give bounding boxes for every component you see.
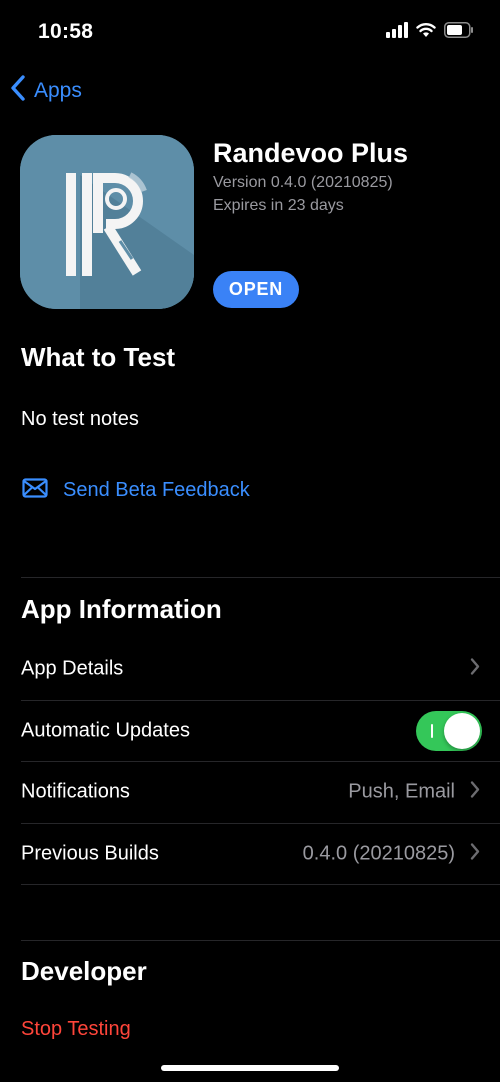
battery-icon <box>444 22 474 43</box>
app-name: Randevoo Plus <box>213 138 409 168</box>
send-beta-feedback-button[interactable]: Send Beta Feedback <box>22 478 250 503</box>
row-divider <box>21 884 500 885</box>
toggle-on-indicator <box>431 724 433 738</box>
notifications-row[interactable]: Notifications Push, Email <box>0 762 500 822</box>
back-button[interactable]: Apps <box>10 74 82 107</box>
automatic-updates-row: Automatic Updates <box>0 701 500 761</box>
status-icons <box>386 22 474 43</box>
stop-testing-button[interactable]: Stop Testing <box>21 1018 131 1041</box>
notifications-value: Push, Email <box>348 780 455 803</box>
app-icon <box>20 135 194 309</box>
automatic-updates-label: Automatic Updates <box>21 719 190 742</box>
previous-builds-label: Previous Builds <box>21 842 159 865</box>
toggle-knob <box>444 713 480 749</box>
chevron-left-icon <box>10 74 26 107</box>
status-time: 10:58 <box>38 20 94 43</box>
app-details-row[interactable]: App Details <box>0 639 500 699</box>
wifi-icon <box>416 22 436 43</box>
chevron-right-icon <box>470 781 480 804</box>
previous-builds-value: 0.4.0 (20210825) <box>302 842 455 865</box>
app-information-heading: App Information <box>21 594 222 624</box>
section-divider <box>21 577 500 578</box>
open-button[interactable]: OPEN <box>213 271 299 308</box>
chevron-right-icon <box>470 843 480 866</box>
cellular-signal-icon <box>386 22 408 43</box>
chevron-right-icon <box>470 658 480 681</box>
envelope-icon <box>22 478 48 503</box>
back-label: Apps <box>34 78 82 102</box>
app-details-label: App Details <box>21 657 124 680</box>
developer-heading: Developer <box>21 956 147 986</box>
app-version: Version 0.4.0 (20210825) <box>213 174 393 191</box>
previous-builds-row[interactable]: Previous Builds 0.4.0 (20210825) <box>0 824 500 884</box>
app-expiration: Expires in 23 days <box>213 197 344 214</box>
notifications-label: Notifications <box>21 780 130 803</box>
home-indicator <box>161 1065 339 1071</box>
status-bar: 10:58 <box>0 0 500 62</box>
test-notes: No test notes <box>21 408 139 430</box>
automatic-updates-toggle[interactable] <box>416 711 482 751</box>
section-divider <box>21 940 500 941</box>
send-beta-feedback-label: Send Beta Feedback <box>63 479 250 501</box>
what-to-test-heading: What to Test <box>21 342 176 372</box>
